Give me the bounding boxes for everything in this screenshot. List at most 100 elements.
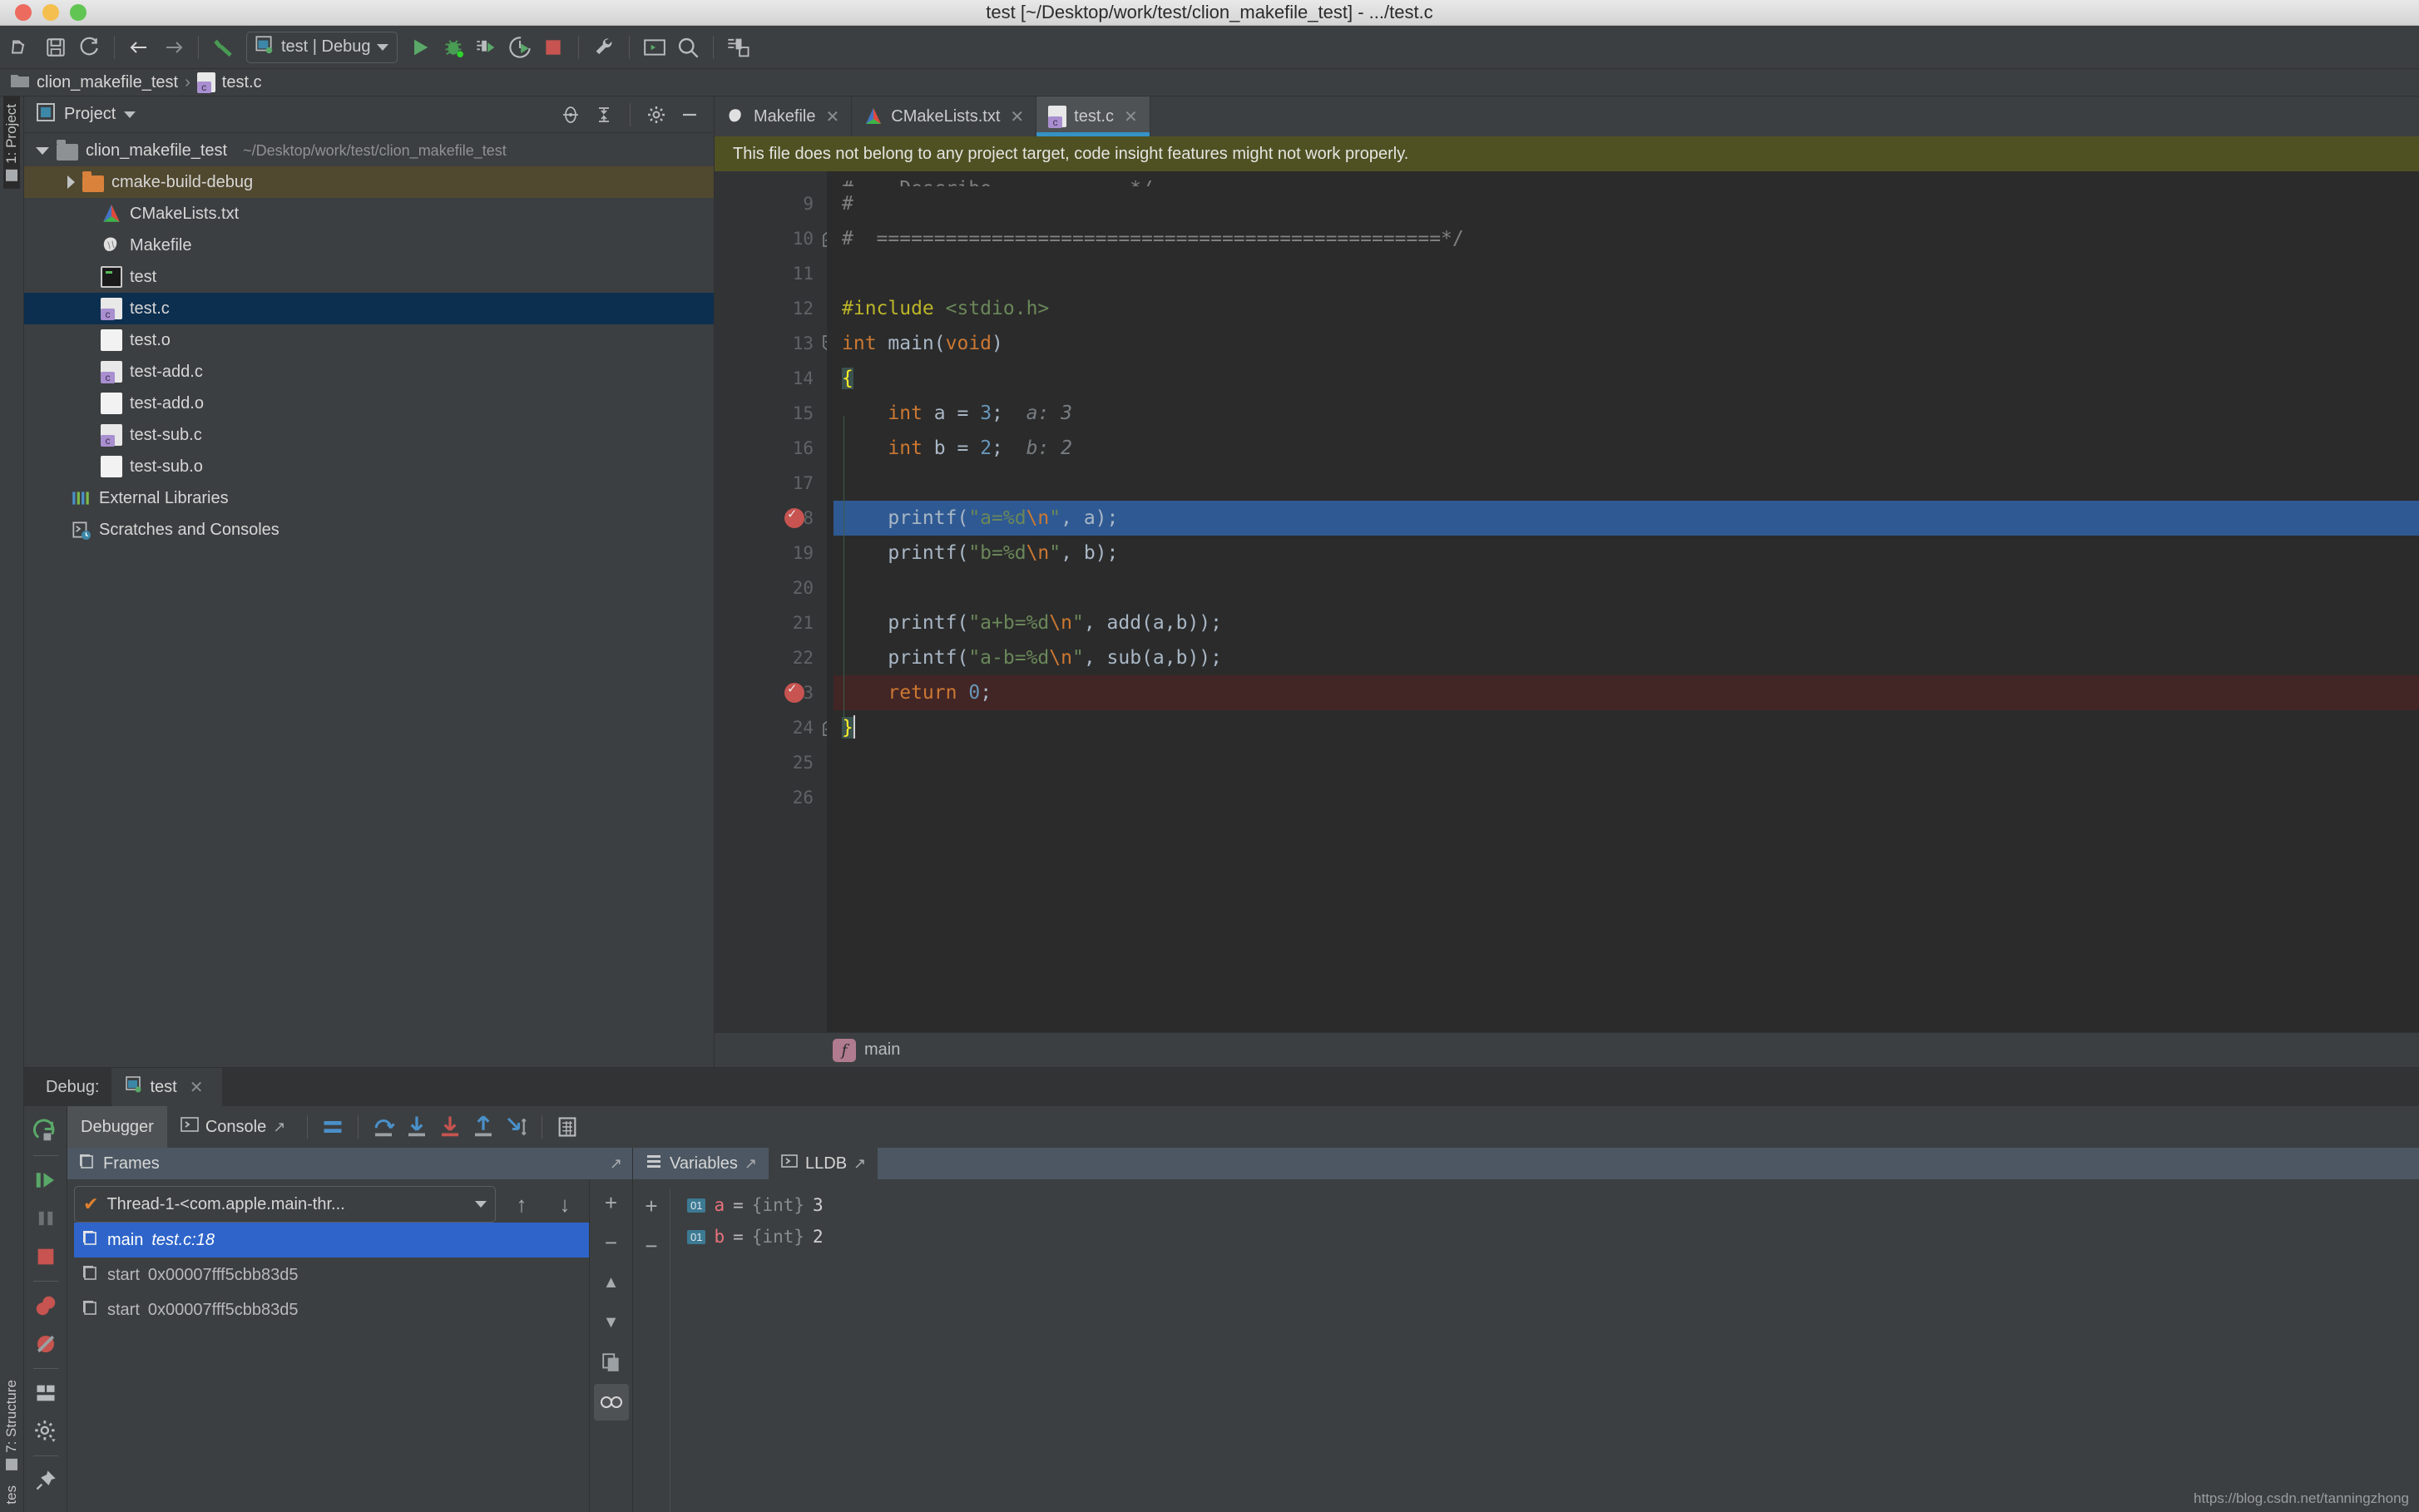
tree-node-external-libraries[interactable]: External Libraries [24, 482, 714, 514]
detach-icon[interactable]: ↗ [744, 1155, 757, 1173]
editor-gutter[interactable]: 9 10 11 12 13 14 15 16 17 ✓ 19 20 21 22 … [715, 171, 834, 1032]
tree-node-test-sub-o[interactable]: test-sub.o [24, 451, 714, 482]
resume-program-icon[interactable] [29, 1162, 62, 1198]
chevron-down-icon[interactable] [124, 111, 136, 118]
evaluate-expression-icon[interactable] [551, 1110, 584, 1144]
breakpoint-icon[interactable] [784, 680, 804, 703]
remove-watch-button[interactable]: − [594, 1224, 629, 1261]
hide-icon[interactable] [677, 102, 702, 127]
tree-node-cmakelists[interactable]: CMakeLists.txt [24, 198, 714, 230]
editor-breadcrumb-function[interactable]: main [864, 1040, 900, 1060]
frame-item[interactable]: start 0x00007fff5cbb83d5 [74, 1292, 589, 1327]
chevron-down-icon[interactable] [377, 43, 389, 51]
tree-node-test-add-c[interactable]: test-add.c [24, 356, 714, 388]
add-variable-button[interactable]: + [634, 1193, 669, 1219]
tab-lldb[interactable]: LLDB ↗ [769, 1148, 878, 1179]
watches-icon[interactable] [593, 1384, 629, 1421]
console-icon [780, 1152, 799, 1175]
pin-icon[interactable] [29, 1462, 62, 1499]
step-into-icon[interactable] [400, 1110, 433, 1144]
rerun-icon[interactable] [29, 1113, 62, 1149]
chevron-down-icon[interactable] [36, 146, 49, 155]
search-icon[interactable] [672, 32, 704, 63]
main-body: 1: Project 7: Structure tes Project clio… [0, 96, 2419, 1512]
locate-icon[interactable] [558, 102, 583, 127]
refresh-icon[interactable] [73, 32, 105, 63]
step-out-icon[interactable] [467, 1110, 500, 1144]
save-icon[interactable] [40, 32, 72, 63]
close-icon[interactable]: ✕ [1124, 106, 1138, 127]
code-text[interactable]: # Describe */ # # ======================… [827, 171, 2419, 1032]
tab-debugger[interactable]: Debugger [67, 1106, 167, 1148]
profiler-icon[interactable] [504, 32, 536, 63]
variable-row[interactable]: 01 a = {int} 3 [687, 1189, 2419, 1221]
bug-icon[interactable] [438, 32, 469, 63]
variable-row[interactable]: 01 b = {int} 2 [687, 1221, 2419, 1253]
tab-console[interactable]: Console ↗ [167, 1106, 299, 1148]
move-down-button[interactable]: ▼ [594, 1304, 629, 1341]
frame-item[interactable]: start 0x00007fff5cbb83d5 [74, 1258, 589, 1292]
chevron-right-icon[interactable] [67, 175, 75, 189]
detach-icon[interactable]: ↗ [273, 1119, 285, 1136]
breadcrumb-project[interactable]: clion_makefile_test [37, 73, 178, 92]
stop-icon[interactable] [537, 32, 569, 63]
stop-icon[interactable] [29, 1238, 62, 1275]
thread-selector[interactable]: ✔ Thread-1-<com.apple.main-thr... [74, 1186, 496, 1223]
tab-variables[interactable]: Variables ↗ [633, 1148, 769, 1179]
mute-breakpoints-icon[interactable] [29, 1326, 62, 1362]
terminal-icon[interactable] [639, 32, 670, 63]
sidebar-tab-favorites[interactable]: tes [3, 1478, 20, 1512]
tree-node-test-add-o[interactable]: test-add.o [24, 388, 714, 419]
hammer-icon[interactable] [208, 32, 240, 63]
breakpoint-icon[interactable] [784, 506, 804, 528]
chevron-down-icon[interactable] [475, 1201, 487, 1208]
frame-down-button[interactable]: ↓ [547, 1186, 582, 1223]
detach-icon[interactable]: ↗ [853, 1155, 866, 1173]
tree-node-root[interactable]: clion_makefile_test ~/Desktop/work/test/… [24, 135, 714, 166]
gear-icon[interactable] [29, 1413, 62, 1450]
tree-node-test-c[interactable]: test.c [24, 293, 714, 324]
sidebar-tab-structure[interactable]: 7: Structure [3, 1372, 20, 1478]
frame-up-button[interactable]: ↑ [504, 1186, 539, 1223]
force-step-into-icon[interactable] [433, 1110, 467, 1144]
folder-open-icon[interactable] [7, 32, 38, 63]
restore-layout-icon[interactable] [29, 1375, 62, 1411]
content-column: Project clion_makefile_test ~/Desktop/wo… [24, 96, 2419, 1512]
step-over-icon[interactable] [367, 1110, 400, 1144]
editor-tab-test-c[interactable]: test.c ✕ [1036, 96, 1150, 136]
tree-node-test-sub-c[interactable]: test-sub.c [24, 419, 714, 451]
frame-item[interactable]: main test.c:18 [74, 1223, 589, 1258]
tree-node-test-exe[interactable]: test [24, 261, 714, 293]
arrow-left-icon[interactable] [124, 32, 156, 63]
variable-equals: = [733, 1195, 744, 1215]
tree-node-test-o[interactable]: test.o [24, 324, 714, 356]
add-watch-button[interactable]: + [594, 1184, 629, 1221]
move-up-button[interactable]: ▲ [594, 1264, 629, 1301]
wrench-icon[interactable] [588, 32, 620, 63]
detach-icon[interactable]: ↗ [610, 1155, 622, 1173]
breadcrumb-file[interactable]: test.c [222, 73, 262, 92]
copy-icon[interactable] [594, 1344, 629, 1381]
gear-icon[interactable] [644, 102, 669, 127]
tree-node-makefile[interactable]: Makefile [24, 230, 714, 261]
pause-icon[interactable] [29, 1200, 62, 1237]
save-layout-icon[interactable] [723, 32, 754, 63]
close-icon[interactable]: ✕ [190, 1077, 204, 1098]
editor-tab-cmakelists[interactable]: CMakeLists.txt ✕ [852, 96, 1037, 136]
arrow-right-icon[interactable] [157, 32, 189, 63]
run-to-cursor-icon[interactable] [500, 1110, 533, 1144]
debug-session-tab[interactable]: test ✕ [111, 1068, 222, 1106]
layout-icon[interactable] [316, 1110, 349, 1144]
close-icon[interactable]: ✕ [1010, 106, 1024, 127]
tree-node-cmake-build-debug[interactable]: cmake-build-debug [24, 166, 714, 198]
run-configuration-selector[interactable]: test | Debug [246, 31, 398, 63]
play-icon[interactable] [404, 32, 436, 63]
remove-variable-button[interactable]: − [634, 1233, 669, 1259]
close-icon[interactable]: ✕ [825, 106, 839, 127]
tree-node-scratches[interactable]: Scratches and Consoles [24, 514, 714, 546]
editor-tab-makefile[interactable]: Makefile ✕ [715, 96, 853, 136]
view-breakpoints-icon[interactable] [29, 1287, 62, 1324]
sidebar-tab-project[interactable]: 1: Project [3, 96, 20, 189]
coverage-icon[interactable] [471, 32, 502, 63]
collapse-all-icon[interactable] [591, 102, 616, 127]
